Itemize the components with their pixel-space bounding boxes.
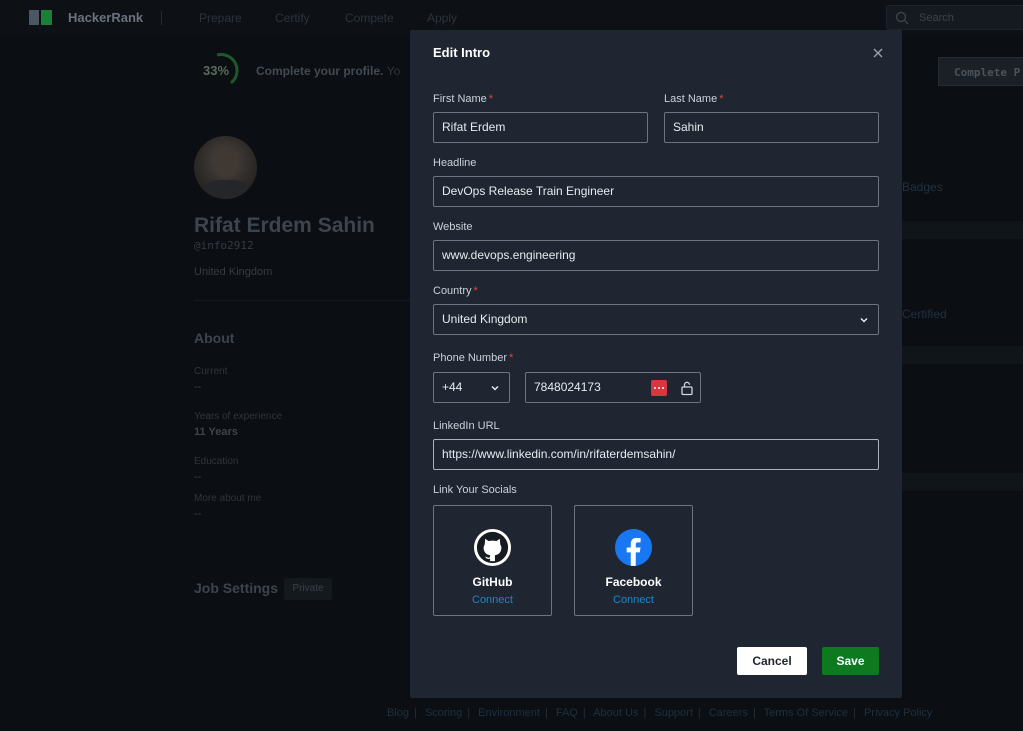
github-icon — [473, 528, 512, 567]
password-manager-icon[interactable] — [651, 380, 667, 396]
current-value: -- — [194, 381, 202, 393]
first-name-label: First Name * — [433, 93, 494, 105]
footer-link-terms[interactable]: Terms Of Service — [764, 707, 848, 719]
github-connect-card[interactable]: GitHub Connect — [433, 505, 552, 616]
country-value: United Kingdom — [442, 312, 528, 326]
right-panel-band — [902, 221, 1023, 239]
about-heading: About — [194, 330, 235, 346]
avatar[interactable] — [194, 136, 257, 199]
footer-link-scoring[interactable]: Scoring — [425, 707, 462, 719]
phone-number-value: 7848024173 — [534, 380, 601, 394]
phone-code-value: +44 — [442, 380, 463, 394]
certified-link[interactable]: Certified — [902, 307, 947, 321]
website-field[interactable]: www.devops.engineering — [433, 240, 879, 271]
more-about-value: -- — [194, 508, 202, 520]
profile-divider — [194, 300, 410, 301]
edit-intro-modal: Edit Intro First Name * Rifat Erdem Last … — [410, 30, 902, 698]
footer-link-careers[interactable]: Careers — [709, 707, 748, 719]
nav-link-certify[interactable]: Certify — [275, 11, 310, 25]
profile-progress-percent: 33% — [203, 63, 230, 78]
footer-link-privacy[interactable]: Privacy Policy — [864, 707, 932, 719]
headline-label: Headline — [433, 157, 477, 169]
facebook-connect-link[interactable]: Connect — [575, 594, 692, 606]
nav-link-prepare[interactable]: Prepare — [199, 11, 242, 25]
facebook-connect-card[interactable]: Facebook Connect — [574, 505, 693, 616]
private-badge: Private — [284, 578, 332, 600]
linkedin-label: LinkedIn URL — [433, 420, 500, 432]
first-name-field[interactable]: Rifat Erdem — [433, 112, 648, 143]
search-input[interactable]: Search — [886, 5, 1023, 30]
profile-name: Rifat Erdem Sahin — [194, 214, 375, 237]
current-label: Current — [194, 366, 228, 377]
lock-icon[interactable] — [680, 380, 694, 396]
phone-number-field[interactable]: 7848024173 — [525, 372, 701, 403]
close-icon — [873, 48, 883, 58]
last-name-field[interactable]: Sahin — [664, 112, 879, 143]
facebook-icon — [614, 528, 653, 567]
search-placeholder: Search — [919, 12, 954, 24]
education-value: -- — [194, 471, 202, 483]
nav-divider — [161, 11, 162, 25]
link-socials-label: Link Your Socials — [433, 484, 517, 496]
github-connect-link[interactable]: Connect — [434, 594, 551, 606]
cancel-button[interactable]: Cancel — [737, 647, 807, 675]
more-about-label: More about me — [194, 493, 262, 504]
website-label: Website — [433, 221, 473, 233]
footer-link-support[interactable]: Support — [654, 707, 693, 719]
country-label: Country * — [433, 285, 478, 297]
save-button[interactable]: Save — [822, 647, 879, 675]
headline-field[interactable]: DevOps Release Train Engineer — [433, 176, 879, 207]
chevron-down-icon — [860, 317, 868, 323]
education-label: Education — [194, 456, 239, 467]
phone-code-select[interactable]: +44 — [433, 372, 510, 403]
right-panel-band — [902, 473, 1023, 491]
complete-profile-text: Complete your profile. Yo — [256, 64, 401, 78]
badges-link[interactable]: Badges — [902, 180, 943, 194]
footer-link-blog[interactable]: Blog — [387, 707, 409, 719]
job-settings-heading: Job Settings — [194, 580, 279, 596]
last-name-label: Last Name * — [664, 93, 724, 105]
phone-label: Phone Number * — [433, 352, 514, 364]
footer-links: Blog | Scoring | Environment | FAQ | About U… — [387, 707, 933, 719]
nav-link-apply[interactable]: Apply — [427, 11, 457, 25]
chevron-down-icon — [491, 385, 499, 391]
footer-link-environment[interactable]: Environment — [478, 707, 540, 719]
search-icon — [895, 11, 909, 25]
country-select[interactable]: United Kingdom — [433, 304, 879, 335]
brand-name[interactable]: HackerRank — [68, 10, 143, 25]
profile-handle: @info2912 — [194, 239, 254, 252]
github-label: GitHub — [472, 575, 513, 589]
facebook-label: Facebook — [605, 575, 662, 589]
right-panel-band — [902, 346, 1023, 364]
experience-value: 11 Years — [194, 426, 238, 438]
complete-profile-button[interactable]: Complete P — [938, 57, 1023, 86]
linkedin-url-field[interactable]: https://www.linkedin.com/in/rifaterdemsa… — [433, 439, 879, 470]
hackerrank-logo[interactable] — [29, 10, 53, 26]
footer-link-about-us[interactable]: About Us — [593, 707, 638, 719]
nav-link-compete[interactable]: Compete — [345, 11, 394, 25]
close-button[interactable] — [870, 45, 886, 61]
footer-link-faq[interactable]: FAQ — [556, 707, 578, 719]
modal-title: Edit Intro — [433, 45, 491, 60]
profile-location: United Kingdom — [194, 266, 273, 278]
experience-label: Years of experience — [194, 411, 283, 422]
